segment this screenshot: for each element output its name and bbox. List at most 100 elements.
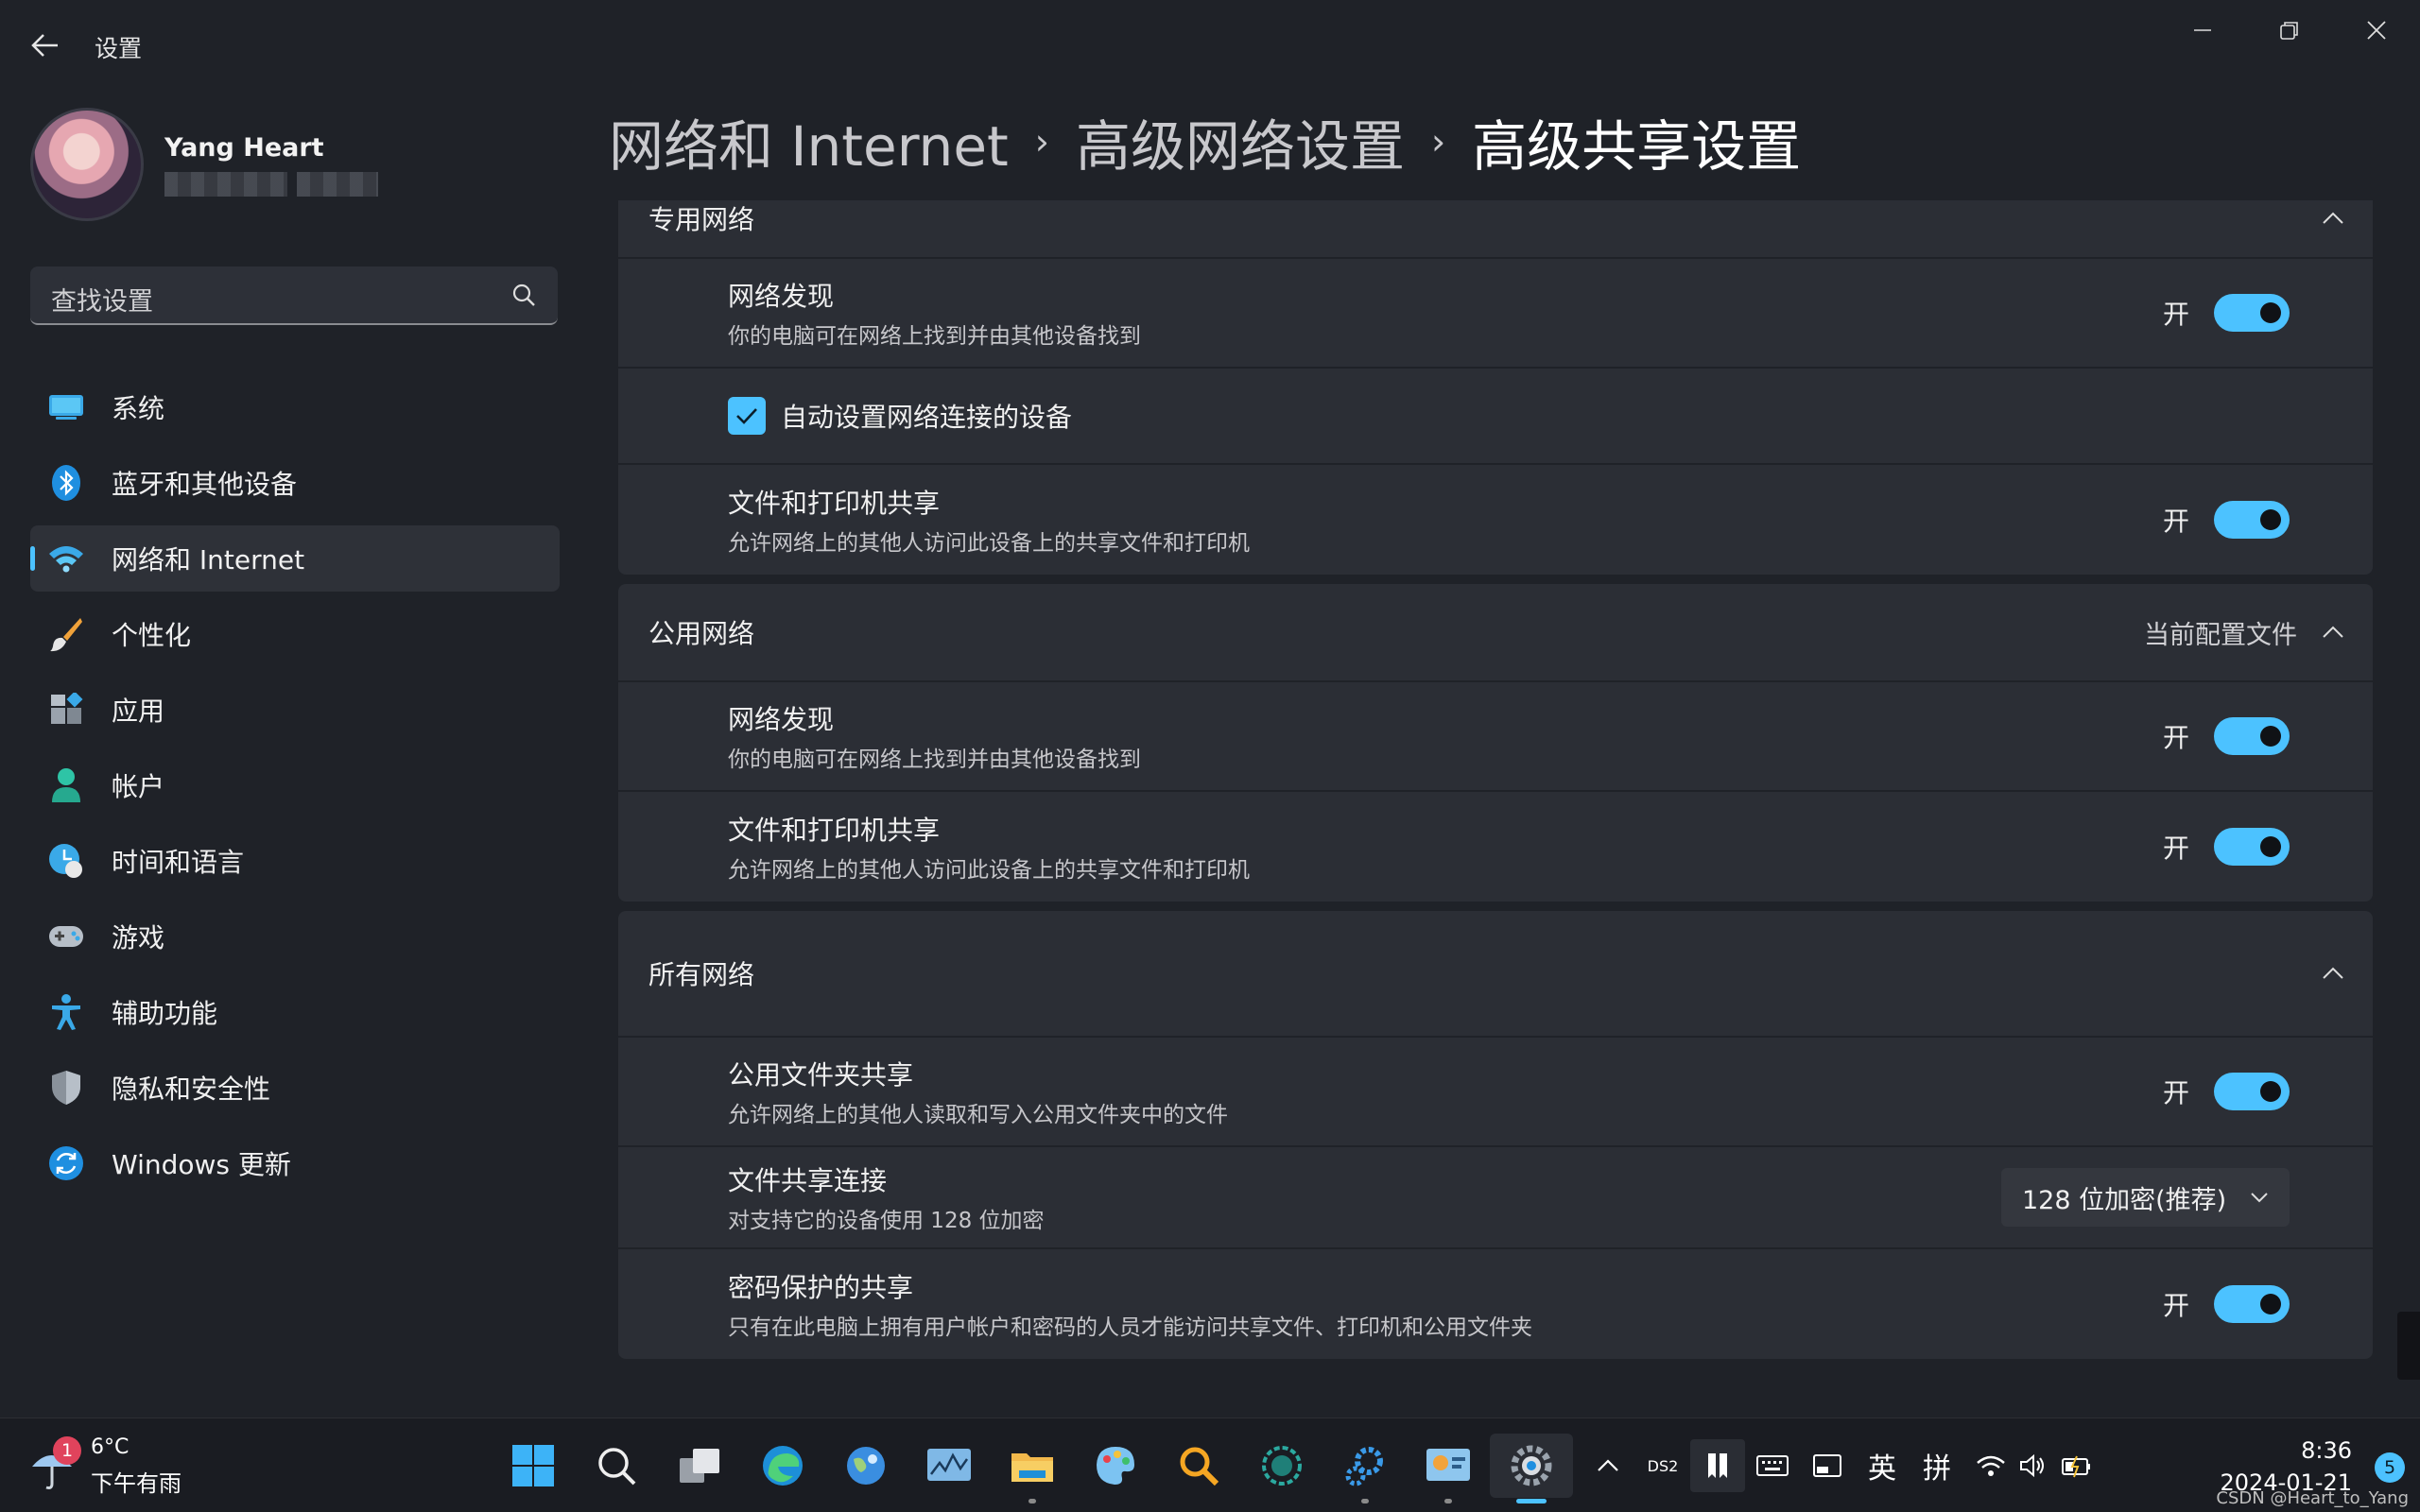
row-public-file-sharing: 文件和打印机共享 允许网络上的其他人访问此设备上的共享文件和打印机 开 xyxy=(618,792,2373,902)
weather-temperature: 6°C xyxy=(91,1435,130,1459)
sidebar-item-accessibility[interactable]: 辅助功能 xyxy=(30,979,560,1045)
tray-bookmark[interactable] xyxy=(1690,1439,1745,1492)
sidebar-item-windows-update[interactable]: Windows 更新 xyxy=(30,1130,560,1196)
weather-widget[interactable]: 1 6°C 下午有雨 xyxy=(28,1435,182,1498)
tablet-icon xyxy=(1813,1454,1841,1477)
toggle-state-label: 开 xyxy=(2162,833,2189,864)
chevron-right-icon: › xyxy=(1430,121,1446,163)
setting-title: 文件和打印机共享 xyxy=(728,488,941,519)
sidebar-nav: 系统 蓝牙和其他设备 网络和 Internet 个性化 应用 帐户 时间和语言 … xyxy=(30,374,560,1206)
sidebar-item-network[interactable]: 网络和 Internet xyxy=(30,525,560,592)
sidebar-item-apps[interactable]: 应用 xyxy=(30,677,560,743)
user-profile[interactable]: Yang Heart xyxy=(30,108,378,221)
start-button[interactable] xyxy=(492,1434,575,1498)
tray-ds2[interactable]: DS2 xyxy=(1635,1439,1690,1492)
toggle-state-label: 开 xyxy=(2162,1290,2189,1321)
setting-title: 文件和打印机共享 xyxy=(728,815,941,846)
task-view-button[interactable] xyxy=(658,1434,741,1498)
edge-icon xyxy=(763,1446,803,1486)
setting-title: 密码保护的共享 xyxy=(728,1272,914,1303)
clock[interactable]: 8:36 2024-01-21 xyxy=(2221,1437,2352,1496)
taskbar-settings[interactable] xyxy=(1490,1434,1573,1503)
sidebar-item-label: 个性化 xyxy=(112,620,192,651)
chevron-down-icon xyxy=(2251,1193,2268,1203)
taskbar-browser[interactable] xyxy=(824,1434,908,1498)
quick-settings-button[interactable] xyxy=(1964,1439,2104,1492)
row-public-folder-sharing: 公用文件夹共享 允许网络上的其他人读取和写入公用文件夹中的文件 开 xyxy=(618,1038,2373,1147)
taskbar-edge[interactable] xyxy=(741,1434,824,1498)
chevron-up-icon xyxy=(2323,626,2343,638)
taskbar-app-circle[interactable] xyxy=(1240,1434,1323,1498)
sidebar-item-personalization[interactable]: 个性化 xyxy=(30,601,560,667)
monitor-chart-icon xyxy=(927,1449,971,1481)
setting-description: 对支持它的设备使用 128 位加密 xyxy=(728,1209,1045,1233)
touch-keyboard-button[interactable] xyxy=(1745,1439,1800,1492)
apps-icon xyxy=(47,691,85,729)
toggle-state-label: 开 xyxy=(2162,299,2189,330)
update-icon xyxy=(47,1144,85,1182)
toggle-password-protected[interactable] xyxy=(2214,1285,2290,1323)
checkbox-label: 自动设置网络连接的设备 xyxy=(781,402,1073,433)
taskbar-gears[interactable] xyxy=(1323,1434,1407,1503)
speaker-icon xyxy=(2020,1453,2044,1478)
row-file-sharing-connection: 文件共享连接 对支持它的设备使用 128 位加密 128 位加密(推荐) xyxy=(618,1147,2373,1249)
input-method-pinyin[interactable]: 拼 xyxy=(1910,1439,1964,1492)
section-header-public[interactable]: 公用网络 当前配置文件 xyxy=(618,584,2373,682)
sidebar-item-system[interactable]: 系统 xyxy=(30,374,560,440)
input-language-english[interactable]: 英 xyxy=(1855,1439,1910,1492)
close-button[interactable] xyxy=(2333,0,2420,60)
taskbar-dashboard[interactable] xyxy=(1407,1434,1490,1503)
back-button[interactable] xyxy=(21,25,70,66)
taskbar-search-tool[interactable] xyxy=(1157,1434,1240,1498)
section-public-network: 公用网络 当前配置文件 网络发现 你的电脑可在网络上找到并由其他设备找到 开 文… xyxy=(618,584,2373,902)
taskbar-file-explorer[interactable] xyxy=(991,1434,1074,1503)
toggle-public-file-sharing[interactable] xyxy=(2214,828,2290,866)
sidebar-item-label: 时间和语言 xyxy=(112,847,245,878)
circle-app-icon xyxy=(1262,1446,1302,1486)
breadcrumb-advanced-network[interactable]: 高级网络设置 xyxy=(1076,102,1405,181)
sidebar-item-bluetooth[interactable]: 蓝牙和其他设备 xyxy=(30,450,560,516)
avatar xyxy=(30,108,144,221)
notification-badge[interactable]: 5 xyxy=(2375,1452,2405,1483)
restore-icon xyxy=(2280,22,2298,40)
sidebar-item-time-language[interactable]: 时间和语言 xyxy=(30,828,560,894)
tablet-mode-button[interactable] xyxy=(1800,1439,1855,1492)
toggle-public-folder-sharing[interactable] xyxy=(2214,1073,2290,1110)
watermark: CSDN @Heart_to_Yang xyxy=(2216,1488,2409,1508)
taskbar: 1 6°C 下午有雨 DS2 英 拼 8:36 2024-01-21 5 CSD… xyxy=(0,1418,2420,1512)
user-email-redacted xyxy=(164,171,378,197)
sidebar-item-label: 隐私和安全性 xyxy=(112,1074,271,1105)
setting-description: 你的电脑可在网络上找到并由其他设备找到 xyxy=(728,324,1141,349)
taskbar-search[interactable] xyxy=(575,1434,658,1498)
wifi-icon xyxy=(47,540,85,577)
bookmark-icon xyxy=(1708,1453,1727,1478)
sidebar-item-gaming[interactable]: 游戏 xyxy=(30,903,560,970)
auto-setup-checkbox[interactable] xyxy=(728,397,766,435)
row-public-discovery: 网络发现 你的电脑可在网络上找到并由其他设备找到 开 xyxy=(618,682,2373,792)
toggle-private-discovery[interactable] xyxy=(2214,294,2290,332)
section-private-network: 专用网络 网络发现 你的电脑可在网络上找到并由其他设备找到 开 自动设置网络连接… xyxy=(618,200,2373,575)
toggle-private-file-sharing[interactable] xyxy=(2214,501,2290,539)
encryption-dropdown[interactable]: 128 位加密(推荐) xyxy=(2001,1168,2290,1227)
setting-description: 你的电脑可在网络上找到并由其他设备找到 xyxy=(728,747,1141,772)
row-password-protected-sharing: 密码保护的共享 只有在此电脑上拥有用户帐户和密码的人员才能访问共享文件、打印机和… xyxy=(618,1249,2373,1359)
restore-button[interactable] xyxy=(2246,0,2333,60)
taskbar-paint[interactable] xyxy=(1074,1434,1157,1498)
toggle-public-discovery[interactable] xyxy=(2214,717,2290,755)
sidebar-item-privacy[interactable]: 隐私和安全性 xyxy=(30,1055,560,1121)
sidebar-item-label: 游戏 xyxy=(112,922,165,954)
breadcrumb-network[interactable]: 网络和 Internet xyxy=(609,102,1009,181)
section-title: 专用网络 xyxy=(648,204,755,235)
settings-content: 专用网络 网络发现 你的电脑可在网络上找到并由其他设备找到 开 自动设置网络连接… xyxy=(618,200,2373,1419)
section-header-all[interactable]: 所有网络 xyxy=(618,911,2373,1038)
taskbar-resource-monitor[interactable] xyxy=(908,1434,991,1498)
show-hidden-icons-button[interactable] xyxy=(1581,1439,1635,1492)
current-profile-label: 当前配置文件 xyxy=(2144,620,2297,650)
search-input[interactable]: 查找设置 xyxy=(30,266,558,325)
chevron-up-icon xyxy=(2323,967,2343,979)
section-header-private[interactable]: 专用网络 xyxy=(618,200,2373,259)
title-bar: 设置 xyxy=(0,0,2420,91)
sidebar-item-label: Windows 更新 xyxy=(112,1149,291,1180)
sidebar-item-accounts[interactable]: 帐户 xyxy=(30,752,560,818)
minimize-button[interactable] xyxy=(2159,0,2246,60)
